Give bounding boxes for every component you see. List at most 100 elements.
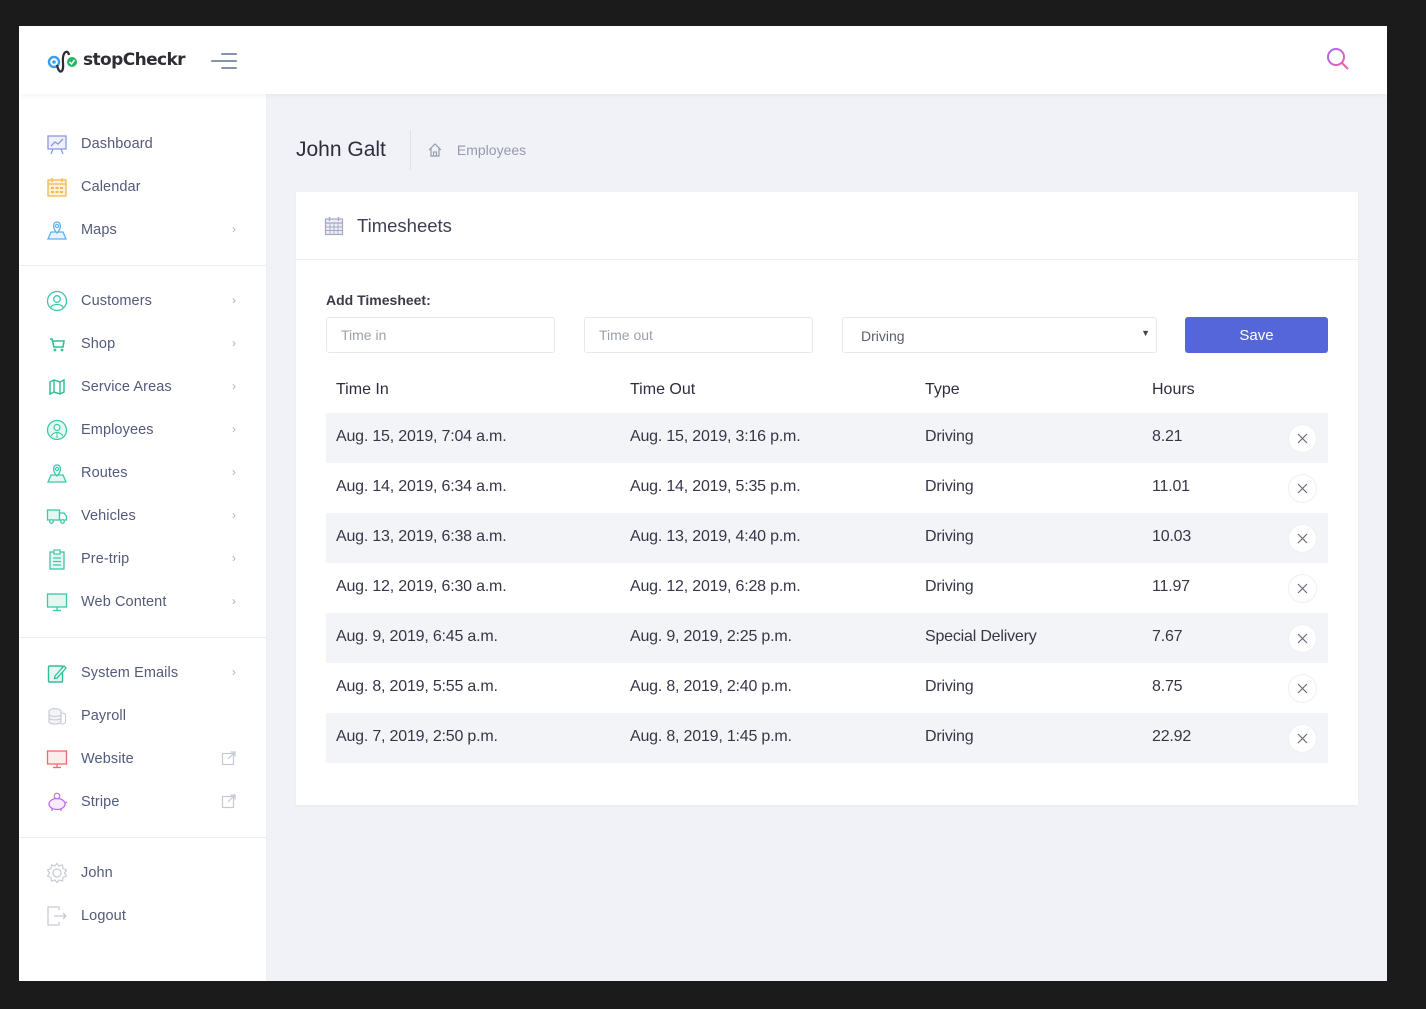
sidebar-item-john[interactable]: John [19,851,266,894]
delete-row-button[interactable] [1288,474,1317,503]
cell-type: Driving [925,678,974,695]
sidebar-item-calendar[interactable]: Calendar [19,165,266,208]
sidebar-item-label: John [81,864,113,881]
cell-hours: 11.97 [1152,578,1190,595]
cell-hours: 8.21 [1152,428,1183,445]
table-row: Aug. 14, 2019, 6:34 a.m. Aug. 14, 2019, 5… [326,463,1328,513]
table-header: Time In Time Out Type Hours [326,363,1328,413]
cell-hours: 10.03 [1152,528,1192,545]
monitor-icon [46,748,68,770]
sidebar-item-maps[interactable]: Maps › [19,208,266,251]
breadcrumb-home[interactable] [427,142,443,158]
logo-text: stopCheckr [83,50,186,70]
map-pin-icon [46,219,68,241]
sidebar: Dashboard Calendar Maps › Customers › Sh… [19,94,267,981]
cell-time-out: Aug. 14, 2019, 5:35 p.m. [630,478,801,495]
cell-time-out: Aug. 15, 2019, 3:16 p.m. [630,428,801,445]
cell-type: Special Delivery [925,628,1037,645]
table-row: Aug. 9, 2019, 6:45 a.m. Aug. 9, 2019, 2:2… [326,613,1328,663]
close-icon [1297,683,1308,694]
cell-time-in: Aug. 15, 2019, 7:04 a.m. [336,428,507,445]
hamburger-icon [221,53,237,55]
sidebar-item-system-emails[interactable]: System Emails › [19,651,266,694]
main-content: John Galt Employees Timesheets Add Times… [267,94,1387,981]
save-button[interactable]: Save [1185,317,1328,353]
delete-row-button[interactable] [1288,724,1317,753]
nav-group-main: Dashboard Calendar Maps › [19,94,266,266]
sidebar-item-label: Customers [81,292,152,309]
sidebar-item-vehicles[interactable]: Vehicles › [19,494,266,537]
search-button[interactable] [1325,46,1351,72]
delete-row-button[interactable] [1288,524,1317,553]
time-out-input[interactable] [584,317,813,353]
column-header-type: Type [925,381,960,398]
chevron-right-icon: › [232,594,236,608]
chevron-right-icon: › [232,379,236,393]
sidebar-item-dashboard[interactable]: Dashboard [19,122,266,165]
logout-icon [46,905,68,927]
cell-time-out: Aug. 9, 2019, 2:25 p.m. [630,628,792,645]
menu-toggle-button[interactable] [211,52,239,70]
add-timesheet-label: Add Timesheet: [326,292,431,308]
sidebar-item-shop[interactable]: Shop › [19,322,266,365]
cell-time-in: Aug. 13, 2019, 6:38 a.m. [336,528,507,545]
nav-group-account: John Logout [19,838,266,951]
time-in-input[interactable] [326,317,555,353]
piggy-bank-icon [46,791,68,813]
route-pin-icon [46,462,68,484]
delete-row-button[interactable] [1288,424,1317,453]
sidebar-item-routes[interactable]: Routes › [19,451,266,494]
card-header: Timesheets [296,192,1358,260]
cell-time-in: Aug. 8, 2019, 5:55 a.m. [336,678,498,695]
chevron-right-icon: › [232,293,236,307]
delete-row-button[interactable] [1288,674,1317,703]
cell-type: Driving [925,428,974,445]
sidebar-item-web-content[interactable]: Web Content › [19,580,266,623]
sidebar-item-service-areas[interactable]: Service Areas › [19,365,266,408]
sidebar-item-website[interactable]: Website [19,737,266,780]
calendar-icon [324,216,344,235]
cart-icon [46,333,68,355]
cell-hours: 22.92 [1152,728,1192,745]
type-select[interactable]: Driving ▼ [842,317,1157,353]
search-icon [1327,48,1349,70]
breadcrumb-employees[interactable]: Employees [457,142,526,158]
nav-group-operations: Customers › Shop › Service Areas › Emplo… [19,266,266,638]
employee-icon [46,419,68,441]
sidebar-item-pre-trip[interactable]: Pre-trip › [19,537,266,580]
dashboard-chart-icon [46,133,68,155]
sidebar-item-payroll[interactable]: Payroll [19,694,266,737]
sidebar-item-label: Routes [81,464,128,481]
delete-row-button[interactable] [1288,574,1317,603]
logo[interactable]: stopCheckr [47,45,186,75]
home-icon [428,143,442,157]
edit-note-icon [46,662,68,684]
cell-time-in: Aug. 14, 2019, 6:34 a.m. [336,478,507,495]
close-icon [1297,633,1308,644]
close-icon [1297,733,1308,744]
hamburger-line [211,60,237,62]
delete-row-button[interactable] [1288,624,1317,653]
sidebar-item-label: Stripe [81,793,120,810]
close-icon [1297,433,1308,444]
sidebar-item-logout[interactable]: Logout [19,894,266,937]
close-icon [1297,533,1308,544]
sidebar-item-label: Maps [81,221,117,238]
sidebar-item-label: Payroll [81,707,127,724]
calendar-icon [46,176,68,198]
cell-type: Driving [925,528,974,545]
cell-time-in: Aug. 12, 2019, 6:30 a.m. [336,578,507,595]
chevron-right-icon: › [232,551,236,565]
user-circle-icon [46,290,68,312]
sidebar-item-employees[interactable]: Employees › [19,408,266,451]
sidebar-item-label: Pre-trip [81,550,130,567]
sidebar-item-customers[interactable]: Customers › [19,279,266,322]
column-header-hours: Hours [1152,381,1195,398]
page-header: John Galt Employees [296,130,526,170]
chevron-right-icon: › [232,465,236,479]
type-select-value: Driving [861,328,905,344]
hamburger-line [221,67,237,69]
column-header-time-out: Time Out [630,381,696,398]
sidebar-item-stripe[interactable]: Stripe [19,780,266,823]
table-row: Aug. 15, 2019, 7:04 a.m. Aug. 15, 2019, 3… [326,413,1328,463]
